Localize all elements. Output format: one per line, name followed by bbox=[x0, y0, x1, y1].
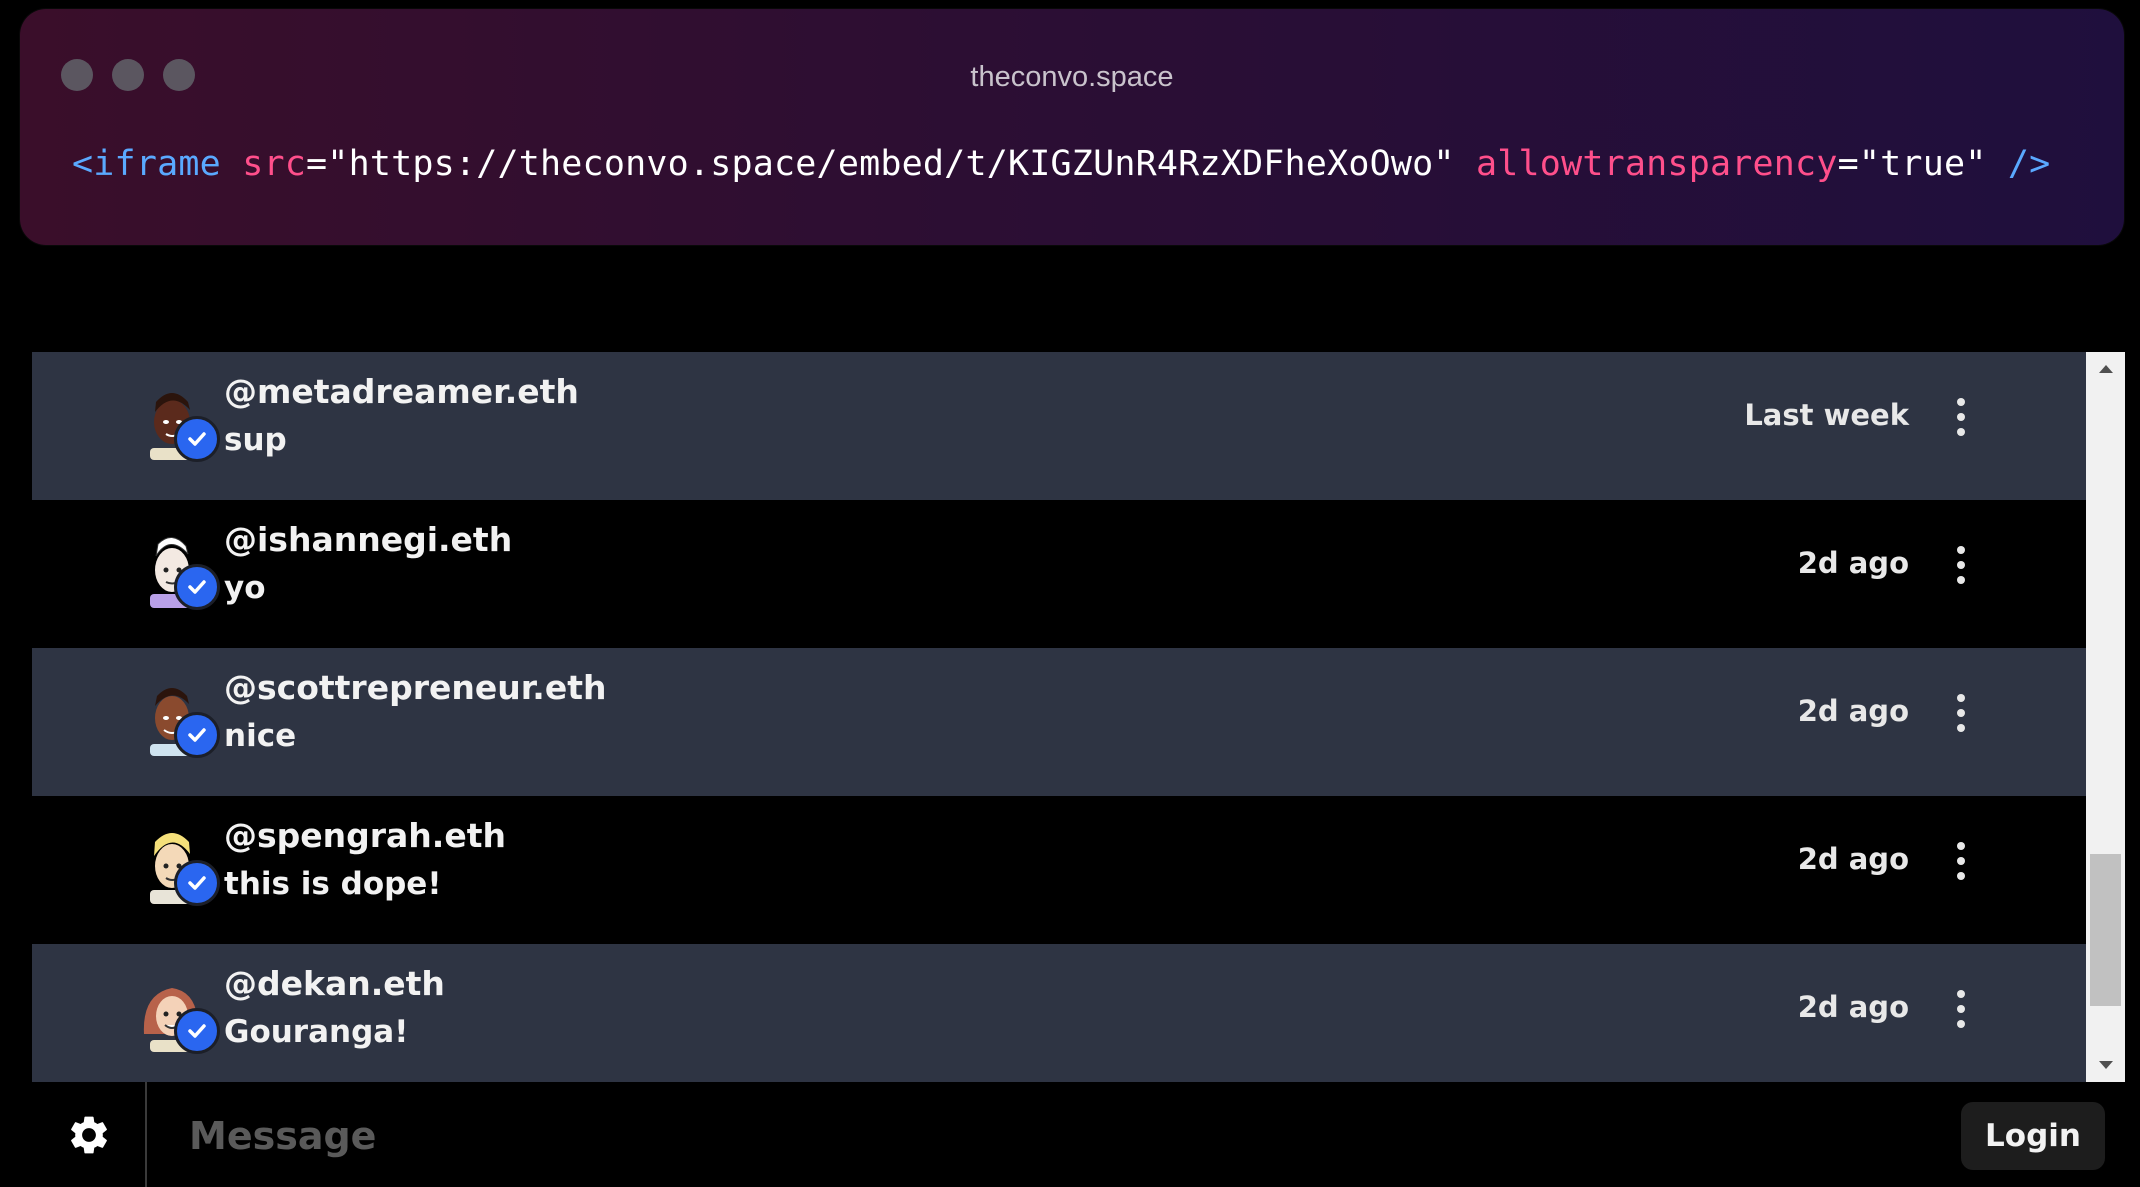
message-row: @scottrepreneur.eth nice 2d ago bbox=[32, 648, 2086, 796]
more-options-icon[interactable] bbox=[1946, 392, 1976, 442]
code-attr-transparency: allowtransparency bbox=[1475, 144, 1838, 184]
more-options-icon[interactable] bbox=[1946, 688, 1976, 738]
settings-button[interactable] bbox=[32, 1082, 147, 1187]
message-timestamp: 2d ago bbox=[1797, 694, 1909, 728]
verified-badge-icon bbox=[174, 860, 220, 906]
scrollbar[interactable] bbox=[2086, 352, 2125, 1082]
comments-embed: @metadreamer.eth sup Last week @ishanneg… bbox=[32, 352, 2125, 1187]
message-row: @metadreamer.eth sup Last week bbox=[32, 352, 2086, 500]
composer-bar: Login bbox=[32, 1082, 2125, 1187]
code-transparency-value: "true" bbox=[1858, 144, 1987, 184]
message-text: sup bbox=[224, 422, 287, 458]
scroll-down-arrow-icon[interactable] bbox=[2086, 1048, 2125, 1082]
message-timestamp: 2d ago bbox=[1797, 990, 1909, 1024]
code-window: theconvo.space <iframe src="https://thec… bbox=[20, 9, 2124, 245]
more-options-icon[interactable] bbox=[1946, 540, 1976, 590]
embed-code-snippet: <iframe src="https://theconvo.space/embe… bbox=[72, 144, 2050, 184]
verified-badge-icon bbox=[174, 564, 220, 610]
gear-icon bbox=[70, 1116, 107, 1153]
window-title: theconvo.space bbox=[970, 61, 1174, 93]
message-username[interactable]: @metadreamer.eth bbox=[224, 372, 579, 411]
code-attr-src: src bbox=[242, 144, 307, 184]
login-button[interactable]: Login bbox=[1961, 1102, 2105, 1170]
message-username[interactable]: @scottrepreneur.eth bbox=[224, 668, 606, 707]
verified-badge-icon bbox=[174, 416, 220, 462]
message-timestamp: 2d ago bbox=[1797, 546, 1909, 580]
message-username[interactable]: @ishannegi.eth bbox=[224, 520, 512, 559]
message-username[interactable]: @dekan.eth bbox=[224, 964, 445, 1003]
message-text: nice bbox=[224, 718, 297, 754]
scrollbar-thumb[interactable] bbox=[2090, 854, 2121, 1006]
message-row: @dekan.eth Gouranga! 2d ago bbox=[32, 944, 2086, 1082]
code-tag-open: <iframe bbox=[72, 144, 221, 184]
code-tag-close: /> bbox=[2007, 144, 2051, 184]
message-text: this is dope! bbox=[224, 866, 442, 902]
code-equals: = bbox=[306, 144, 328, 184]
scroll-up-arrow-icon[interactable] bbox=[2086, 352, 2125, 386]
verified-badge-icon bbox=[174, 1008, 220, 1054]
verified-badge-icon bbox=[174, 712, 220, 758]
code-src-value: "https://theconvo.space/embed/t/KIGZUnR4… bbox=[327, 144, 1455, 184]
message-username[interactable]: @spengrah.eth bbox=[224, 816, 506, 855]
message-text: Gouranga! bbox=[224, 1014, 409, 1050]
message-list[interactable]: @metadreamer.eth sup Last week @ishanneg… bbox=[32, 352, 2086, 1082]
message-row: @spengrah.eth this is dope! 2d ago bbox=[32, 796, 2086, 944]
message-text: yo bbox=[224, 570, 266, 606]
message-timestamp: Last week bbox=[1744, 398, 1909, 432]
more-options-icon[interactable] bbox=[1946, 984, 1976, 1034]
code-equals: = bbox=[1837, 144, 1859, 184]
more-options-icon[interactable] bbox=[1946, 836, 1976, 886]
message-input[interactable] bbox=[187, 1100, 1891, 1172]
message-row: @ishannegi.eth yo 2d ago bbox=[32, 500, 2086, 648]
message-timestamp: 2d ago bbox=[1797, 842, 1909, 876]
